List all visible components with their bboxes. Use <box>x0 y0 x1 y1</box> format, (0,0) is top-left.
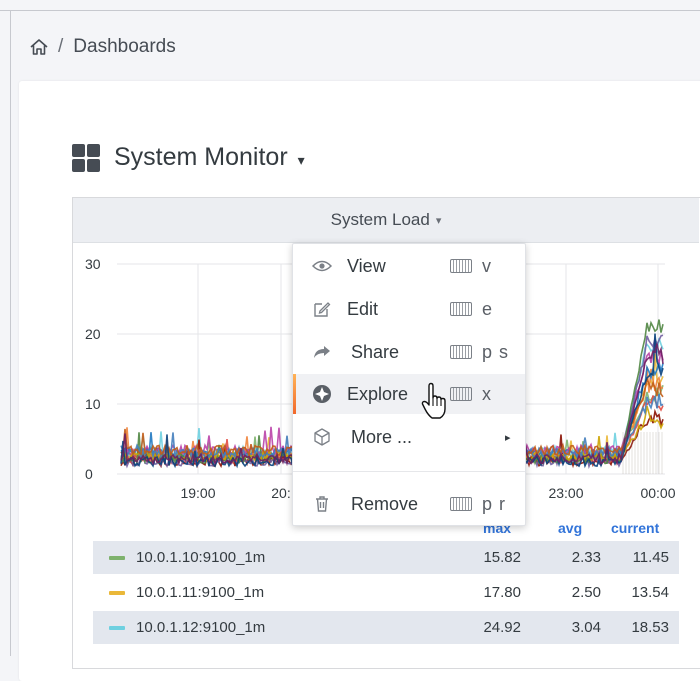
x-tick-label: 00:00 <box>640 485 675 501</box>
menu-item-label: View <box>347 255 386 276</box>
series-swatch <box>109 625 125 630</box>
chevron-down-icon: ▾ <box>297 152 305 168</box>
series-swatch <box>109 590 125 595</box>
dashboard-title-text: System Monitor <box>114 143 288 171</box>
menu-item-remove[interactable]: Remove p r <box>293 484 525 524</box>
top-border <box>0 10 700 11</box>
dashboard-title[interactable]: System Monitor ▾ <box>72 143 305 172</box>
breadcrumb: / Dashboards <box>28 35 176 59</box>
series-avg: 3.04 <box>571 619 601 636</box>
hand-cursor-icon <box>421 382 446 419</box>
edit-icon <box>311 298 333 320</box>
breadcrumb-dashboards[interactable]: Dashboards <box>73 36 175 58</box>
legend-header-avg[interactable]: avg <box>558 520 582 536</box>
legend-header-current[interactable]: current <box>611 520 659 536</box>
keyboard-icon <box>450 302 472 316</box>
panel-context-menu: View v Edit e Share p s Explore x More .… <box>292 243 526 526</box>
chevron-down-icon[interactable]: ▾ <box>436 214 442 227</box>
series-avg: 2.50 <box>571 584 601 601</box>
left-border <box>10 10 11 656</box>
series-avg: 2.33 <box>571 549 601 566</box>
y-tick-label: 0 <box>85 466 93 482</box>
menu-item-label: Edit <box>347 298 379 319</box>
shortcut-key: p s <box>482 341 510 362</box>
compass-icon <box>311 383 333 405</box>
panel-title[interactable]: System Load <box>331 210 430 230</box>
menu-item-more[interactable]: More ... ▸ <box>293 417 525 457</box>
shortcut-key: p r <box>482 493 507 514</box>
breadcrumb-separator: / <box>58 36 64 57</box>
x-tick-label: 23:00 <box>548 485 583 501</box>
legend-row[interactable]: 10.0.1.11:9100_1m 17.80 2.50 13.54 <box>93 576 679 609</box>
eye-icon <box>311 255 333 277</box>
keyboard-icon <box>450 259 472 273</box>
series-max: 17.80 <box>483 584 521 601</box>
y-tick-label: 10 <box>85 396 101 412</box>
menu-item-label: Share <box>351 341 400 362</box>
menu-item-explore[interactable]: Explore x <box>293 374 525 414</box>
menu-item-label: Explore <box>347 383 409 404</box>
menu-item-label: Remove <box>351 493 419 514</box>
x-tick-label: 19:00 <box>180 485 215 501</box>
home-icon[interactable] <box>28 36 50 58</box>
share-icon <box>311 341 333 363</box>
y-tick-label: 30 <box>85 256 101 272</box>
trash-icon <box>311 493 333 515</box>
menu-item-edit[interactable]: Edit e <box>293 289 525 329</box>
series-current: 18.53 <box>631 619 669 636</box>
panel-header[interactable]: System Load ▾ <box>73 198 699 243</box>
legend-row[interactable]: 10.0.1.10:9100_1m 15.82 2.33 11.45 <box>93 541 679 574</box>
cube-icon <box>311 426 333 448</box>
menu-item-label: More ... <box>351 426 413 447</box>
menu-item-share[interactable]: Share p s <box>293 332 525 372</box>
series-current: 13.54 <box>631 584 669 601</box>
keyboard-icon <box>450 387 472 401</box>
menu-item-view[interactable]: View v <box>293 246 525 286</box>
keyboard-icon <box>450 345 472 359</box>
dashboard-grid-icon <box>72 143 100 172</box>
y-tick-label: 20 <box>85 326 101 342</box>
menu-divider <box>293 471 525 472</box>
series-current: 11.45 <box>632 549 669 566</box>
shortcut-key: x <box>482 383 492 404</box>
shortcut-key: v <box>482 255 492 276</box>
series-max: 15.82 <box>483 549 521 566</box>
series-max: 24.92 <box>483 619 521 636</box>
series-swatch <box>109 555 125 560</box>
legend-row[interactable]: 10.0.1.12:9100_1m 24.92 3.04 18.53 <box>93 611 679 644</box>
x-tick-label: 20: <box>271 485 290 501</box>
keyboard-icon <box>450 497 472 511</box>
chevron-right-icon: ▸ <box>505 431 511 444</box>
shortcut-key: e <box>482 298 494 319</box>
